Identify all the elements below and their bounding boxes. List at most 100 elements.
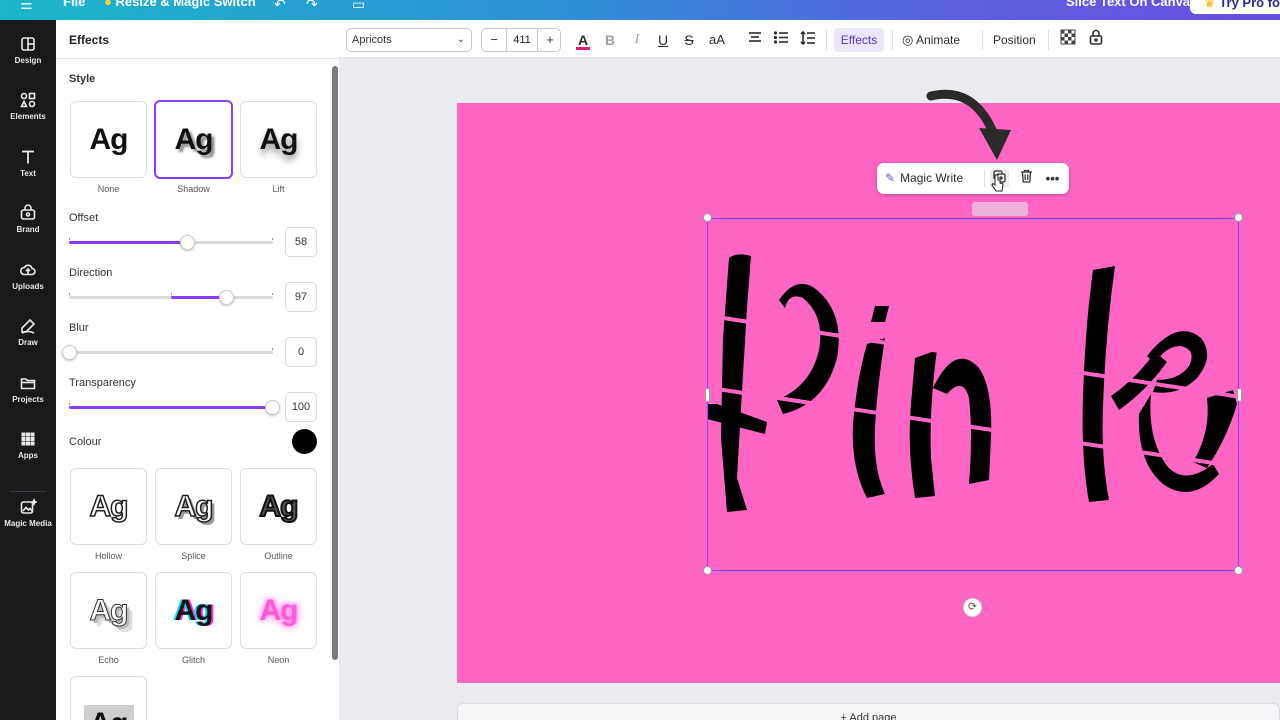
effects-button[interactable]: Effects bbox=[834, 28, 884, 52]
text-color-icon: A bbox=[575, 32, 591, 50]
rail-item-magic-media[interactable]: Magic Media bbox=[0, 497, 56, 528]
style-label: None bbox=[97, 184, 120, 194]
effects-panel: Effects Style Ag None Ag Shadow Ag Lift … bbox=[56, 20, 339, 720]
top-bar: ☰ File ● Resize & Magic Switch ↶ ↷ ▭ Sli… bbox=[0, 0, 1280, 20]
panel-scrollbar[interactable] bbox=[332, 66, 338, 660]
resize-label: Resize & Magic Switch bbox=[115, 0, 256, 9]
underline-icon[interactable]: U bbox=[655, 29, 671, 51]
letter-case-icon[interactable]: aA bbox=[707, 29, 727, 51]
resize-handle-right[interactable] bbox=[1237, 388, 1242, 402]
resize-handle-top-right[interactable] bbox=[1234, 213, 1243, 222]
list-icon[interactable] bbox=[773, 29, 789, 51]
spacing-icon[interactable] bbox=[800, 29, 816, 51]
resize-button[interactable]: ● Resize & Magic Switch bbox=[104, 0, 256, 9]
style-label: Outline bbox=[264, 551, 293, 561]
style-label: Hollow bbox=[94, 551, 122, 561]
italic-icon[interactable]: I bbox=[629, 29, 645, 51]
brand-icon bbox=[19, 204, 37, 222]
style-tile-neon[interactable]: Ag bbox=[240, 572, 317, 649]
resize-handle-top-left[interactable] bbox=[703, 213, 712, 222]
redo-icon[interactable]: ↷ bbox=[306, 0, 318, 13]
blur-slider[interactable] bbox=[62, 345, 273, 360]
style-tile-echo[interactable]: Ag bbox=[70, 572, 147, 649]
align-center-icon[interactable] bbox=[747, 29, 763, 51]
style-tile-outline[interactable]: Ag bbox=[240, 468, 317, 545]
rail-label: Brand bbox=[16, 225, 40, 234]
style-tile-lift[interactable]: Ag bbox=[240, 101, 317, 178]
style-tile-shadow[interactable]: Ag bbox=[154, 100, 233, 179]
cloud-save-icon[interactable]: ▭ bbox=[352, 0, 365, 13]
direction-slider[interactable] bbox=[69, 290, 273, 305]
toolbar-divider bbox=[1048, 30, 1049, 50]
colour-swatch[interactable] bbox=[292, 429, 317, 454]
direction-value[interactable]: 97 bbox=[285, 282, 317, 312]
slider-thumb[interactable] bbox=[62, 345, 77, 360]
strikethrough-icon[interactable]: S bbox=[681, 29, 697, 51]
rail-item-elements[interactable]: Elements bbox=[0, 91, 56, 121]
add-page-button[interactable]: + Add page bbox=[457, 703, 1280, 720]
style-tile-none[interactable]: Ag bbox=[70, 101, 147, 178]
rail-item-draw[interactable]: Draw bbox=[0, 317, 56, 347]
trash-icon[interactable] bbox=[1017, 169, 1036, 188]
transparency-icon[interactable] bbox=[1059, 29, 1077, 51]
text-color-button[interactable]: A bbox=[575, 29, 591, 51]
style-tile-background[interactable]: Ag bbox=[70, 676, 147, 720]
bold-icon[interactable]: B bbox=[602, 29, 618, 51]
slider-thumb[interactable] bbox=[180, 235, 195, 250]
style-tile-hollow[interactable]: Ag bbox=[70, 468, 147, 545]
try-pro-label: Try Pro for 3 bbox=[1219, 0, 1280, 10]
rail-item-apps[interactable]: Apps bbox=[0, 430, 56, 460]
rail-item-uploads[interactable]: Uploads bbox=[0, 261, 56, 291]
resize-handle-bottom-left[interactable] bbox=[703, 566, 712, 575]
magic-wand-icon: ✎ bbox=[885, 171, 896, 185]
slider-thumb[interactable] bbox=[219, 290, 234, 305]
offset-value[interactable]: 58 bbox=[285, 227, 317, 257]
rotate-handle[interactable]: ⟳ bbox=[963, 598, 982, 617]
rail-item-design[interactable]: Design bbox=[0, 35, 56, 65]
magic-write-label: Magic Write bbox=[900, 171, 964, 185]
slider-tick bbox=[69, 238, 70, 240]
chevron-down-icon: ⌄ bbox=[456, 34, 465, 45]
toolbar-divider bbox=[892, 30, 893, 50]
font-size-input[interactable]: 411 bbox=[506, 29, 538, 51]
document-title[interactable]: Slice Text On Canva bbox=[1066, 0, 1190, 9]
rail-label: Design bbox=[14, 56, 42, 65]
transparency-value[interactable]: 100 bbox=[285, 392, 317, 422]
style-preview: Ag bbox=[89, 489, 130, 524]
decrease-size-button[interactable]: − bbox=[482, 29, 506, 51]
rail-item-projects[interactable]: Projects bbox=[0, 374, 56, 404]
rail-item-brand[interactable]: Brand bbox=[0, 204, 56, 234]
rail-label: Magic Media bbox=[4, 519, 52, 528]
more-options-icon[interactable]: ••• bbox=[1043, 169, 1062, 188]
rail-item-text[interactable]: Text bbox=[0, 148, 56, 178]
blur-label: Blur bbox=[69, 322, 89, 334]
slider-thumb[interactable] bbox=[265, 400, 280, 415]
magic-media-icon bbox=[19, 497, 39, 516]
animate-button[interactable]: ◎ Animate bbox=[902, 29, 960, 51]
menu-icon[interactable]: ☰ bbox=[20, 0, 33, 13]
transparency-slider[interactable] bbox=[69, 400, 280, 415]
element-floating-toolbar: ✎ Magic Write ••• bbox=[877, 163, 1069, 194]
slider-fill bbox=[69, 241, 187, 244]
resize-handle-left[interactable] bbox=[705, 388, 710, 402]
slider-tick bbox=[272, 238, 273, 240]
file-menu[interactable]: File bbox=[63, 0, 85, 9]
style-preview: Ag bbox=[259, 122, 299, 156]
font-select[interactable]: Apricots ⌄ bbox=[346, 28, 472, 52]
panel-divider bbox=[56, 58, 339, 59]
position-button[interactable]: Position bbox=[993, 29, 1036, 51]
try-pro-button[interactable]: ♛ Try Pro for 3 bbox=[1190, 0, 1280, 14]
magic-write-button[interactable]: ✎ Magic Write bbox=[885, 163, 963, 194]
selection-box bbox=[707, 218, 1239, 571]
style-tile-splice[interactable]: Ag bbox=[155, 468, 232, 545]
lock-icon[interactable] bbox=[1087, 29, 1105, 51]
resize-handle-bottom-right[interactable] bbox=[1234, 566, 1243, 575]
style-tile-glitch[interactable]: Ag bbox=[155, 572, 232, 649]
offset-slider[interactable] bbox=[69, 235, 273, 250]
increase-size-button[interactable]: + bbox=[538, 29, 562, 51]
projects-icon bbox=[19, 374, 37, 392]
rail-label: Projects bbox=[12, 395, 44, 404]
font-select-value: Apricots bbox=[352, 34, 392, 46]
blur-value[interactable]: 0 bbox=[285, 337, 317, 367]
undo-icon[interactable]: ↶ bbox=[274, 0, 286, 13]
